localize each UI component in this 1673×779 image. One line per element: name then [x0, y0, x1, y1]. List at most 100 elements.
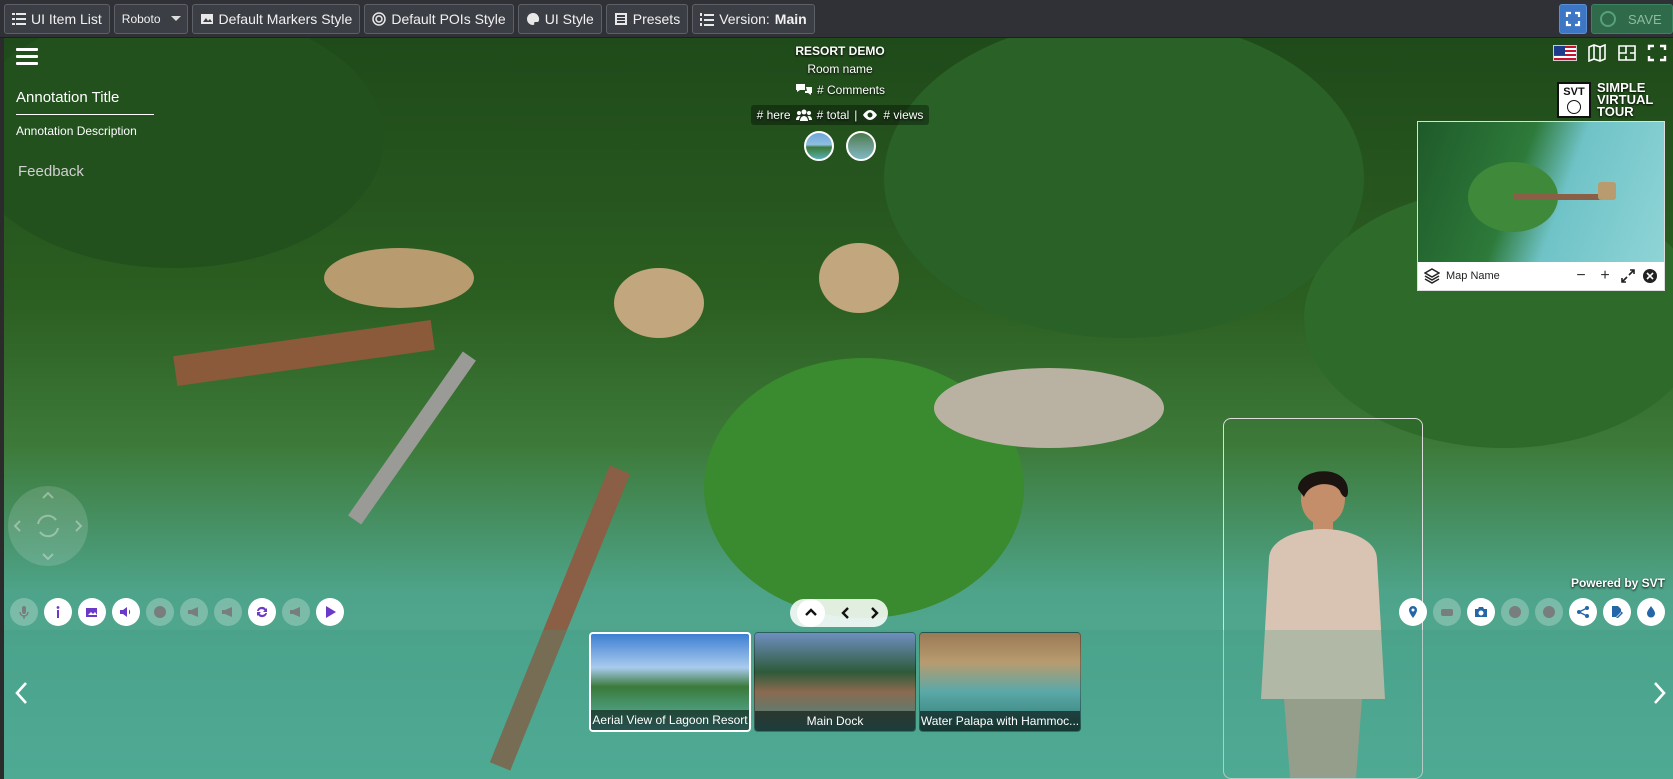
edit-document-icon: [1612, 606, 1623, 618]
share-button[interactable]: [1569, 598, 1597, 626]
audio-button[interactable]: [112, 598, 140, 626]
next-scene-icon[interactable]: [867, 606, 881, 620]
stats-separator: |: [854, 108, 858, 122]
logo-circle: [1567, 99, 1581, 114]
play-button[interactable]: [316, 598, 344, 626]
whatsapp-icon: [1543, 606, 1555, 618]
close-icon[interactable]: [1642, 268, 1658, 284]
floorplan-icon[interactable]: [1617, 44, 1637, 62]
ui-style-label: UI Style: [544, 10, 594, 27]
logo-line-3: TOUR: [1597, 104, 1634, 119]
panorama-viewer[interactable]: Annotation Title Annotation Description …: [4, 38, 1673, 779]
autorotate-button[interactable]: [248, 598, 276, 626]
views-count: # views: [883, 108, 924, 122]
zoom-in-button[interactable]: +: [1596, 267, 1614, 285]
hamburger-menu-icon[interactable]: [16, 48, 38, 66]
avatar[interactable]: [846, 131, 876, 161]
info-button[interactable]: [44, 598, 72, 626]
top-right-controls: [1553, 44, 1667, 62]
previous-scene-icon[interactable]: [839, 606, 853, 620]
chevron-down-icon: [170, 16, 181, 21]
font-select-value: Roboto: [121, 11, 161, 26]
volume-icon: [120, 607, 131, 617]
thumbnail-aerial-view[interactable]: Aerial View of Lagoon Resort: [589, 632, 751, 732]
right-control-bar: [1399, 598, 1665, 626]
mic-button[interactable]: [10, 598, 38, 626]
here-count: # here: [756, 108, 791, 122]
expand-icon: [1565, 11, 1581, 27]
thumbnails-next-button[interactable]: [1649, 680, 1669, 706]
preview-fullscreen-button[interactable]: [1559, 4, 1587, 34]
info-icon: [56, 606, 60, 618]
thumbnail-label: Water Palapa with Hammoc...: [920, 711, 1080, 731]
tour-info: RESORT DEMO Room name # Comments # here …: [704, 44, 976, 161]
logo-mark-text: SVT: [1563, 85, 1585, 98]
form-button[interactable]: [1603, 598, 1631, 626]
zoom-out-button[interactable]: −: [1572, 267, 1590, 285]
target-icon: [372, 11, 387, 26]
pier-shape: [348, 351, 476, 525]
list-icon: [12, 12, 26, 25]
save-label: SAVE: [1628, 11, 1662, 27]
broadcast-button[interactable]: [282, 598, 310, 626]
minimap-panel: Map Name − +: [1417, 121, 1665, 291]
us-flag-icon[interactable]: [1553, 45, 1577, 61]
rotate-icon: [257, 606, 267, 618]
save-button[interactable]: SAVE: [1591, 4, 1673, 34]
announcement-button[interactable]: [180, 598, 208, 626]
ui-style-button[interactable]: UI Style: [517, 3, 602, 34]
sound-button[interactable]: [1637, 598, 1665, 626]
toggle-thumbnails-button[interactable]: [797, 599, 825, 627]
messenger-button[interactable]: [1501, 598, 1529, 626]
version-button[interactable]: Version: Main: [692, 3, 815, 34]
chevron-right-icon: [1654, 682, 1666, 704]
layers-icon[interactable]: [1424, 268, 1440, 284]
comments-count: # Comments: [816, 82, 886, 97]
deck-shape: [173, 320, 435, 386]
ui-item-list-button[interactable]: UI Item List: [4, 3, 110, 34]
logo-mark: SVT: [1557, 82, 1591, 118]
thumbnail-main-dock[interactable]: Main Dock: [754, 632, 916, 732]
eye-icon: [863, 110, 878, 120]
default-markers-style-button[interactable]: Default Markers Style: [191, 3, 361, 34]
gallery-icon: [86, 608, 97, 617]
compass-icon: [154, 606, 166, 618]
vr-button[interactable]: [1433, 598, 1461, 626]
presets-label: Presets: [632, 10, 681, 27]
avatar[interactable]: [804, 131, 834, 161]
minimap-image[interactable]: [1418, 122, 1664, 262]
vr-icon: [1441, 609, 1453, 616]
fullscreen-icon[interactable]: [1647, 44, 1667, 62]
version-list-icon: [700, 12, 715, 26]
presets-button[interactable]: Presets: [605, 3, 689, 34]
gallery-button[interactable]: [78, 598, 106, 626]
mic-icon: [19, 606, 29, 619]
droplet-icon: [1647, 606, 1655, 618]
whatsapp-button[interactable]: [1535, 598, 1563, 626]
share-icon: [1577, 606, 1589, 618]
font-select[interactable]: Roboto: [113, 3, 188, 34]
presets-icon: [614, 12, 627, 25]
map-icon[interactable]: [1587, 44, 1607, 62]
navigation-joystick[interactable]: [8, 486, 88, 566]
snapshot-button[interactable]: [1467, 598, 1495, 626]
thumbnails-prev-button[interactable]: [12, 680, 32, 706]
users-icon: [795, 109, 812, 121]
compass-button[interactable]: [146, 598, 174, 626]
arrows-icon: [13, 491, 83, 561]
svt-logo: SVT SIMPLE VIRTUAL TOUR: [1557, 80, 1665, 120]
left-control-bar: [10, 598, 344, 626]
map-pin-icon: [1409, 606, 1417, 618]
megaphone-alt-icon: [222, 607, 232, 617]
default-pois-style-button[interactable]: Default POIs Style: [364, 3, 514, 34]
annotation-title: Annotation Title: [16, 89, 120, 106]
announcement-alt-button[interactable]: [214, 598, 242, 626]
expand-map-icon[interactable]: [1620, 268, 1636, 284]
location-button[interactable]: [1399, 598, 1427, 626]
tour-name: RESORT DEMO: [795, 44, 885, 58]
thumbnail-water-palapa[interactable]: Water Palapa with Hammoc...: [919, 632, 1081, 732]
palapa-roof-shape: [819, 243, 899, 313]
feedback-link[interactable]: Feedback: [18, 163, 84, 180]
comments-link[interactable]: # Comments: [704, 82, 976, 97]
default-pois-style-label: Default POIs Style: [391, 10, 506, 27]
